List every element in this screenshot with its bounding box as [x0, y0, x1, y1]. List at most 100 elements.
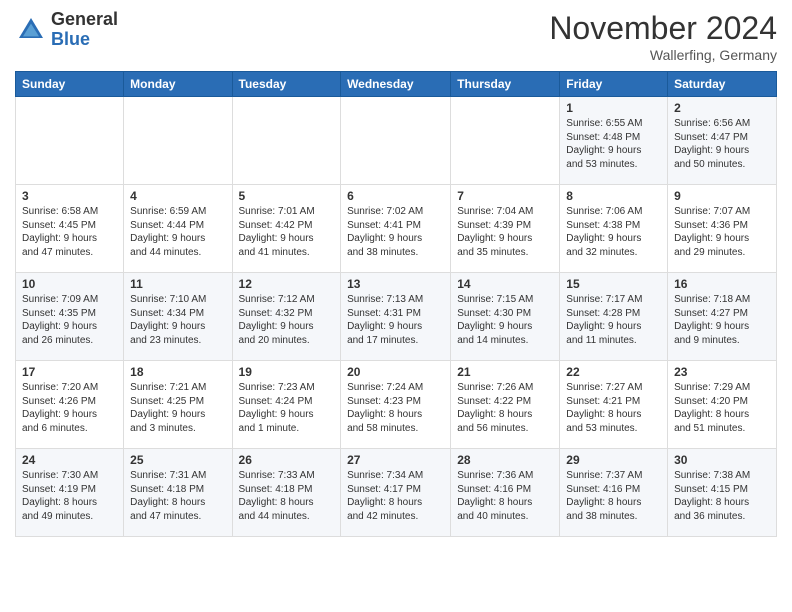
calendar-week-2: 10 Sunrise: 7:09 AM Sunset: 4:35 PM Dayli… — [16, 273, 777, 361]
day-info: Sunrise: 7:01 AM Sunset: 4:42 PM Dayligh… — [239, 205, 335, 259]
day-info: Sunrise: 7:21 AM Sunset: 4:25 PM Dayligh… — [130, 381, 225, 435]
day-info: Sunrise: 6:58 AM Sunset: 4:45 PM Dayligh… — [22, 205, 117, 259]
calendar-cell — [341, 97, 451, 185]
day-number: 26 — [239, 453, 335, 467]
day-number: 21 — [457, 365, 553, 379]
day-info: Sunrise: 7:09 AM Sunset: 4:35 PM Dayligh… — [22, 293, 117, 347]
logo-text: General Blue — [51, 10, 118, 50]
calendar-cell: 7Sunrise: 7:04 AM Sunset: 4:39 PM Daylig… — [451, 185, 560, 273]
header-sunday: Sunday — [16, 72, 124, 97]
calendar-cell: 30Sunrise: 7:38 AM Sunset: 4:15 PM Dayli… — [668, 449, 777, 537]
day-info: Sunrise: 7:20 AM Sunset: 4:26 PM Dayligh… — [22, 381, 117, 435]
day-number: 17 — [22, 365, 117, 379]
calendar-cell: 8 Sunrise: 7:06 AM Sunset: 4:38 PM Daylig… — [560, 185, 668, 273]
calendar-cell: 20 Sunrise: 7:24 AM Sunset: 4:23 PM Dayli… — [341, 361, 451, 449]
calendar-cell: 9 Sunrise: 7:07 AM Sunset: 4:36 PM Daylig… — [668, 185, 777, 273]
day-info: Sunrise: 7:15 AM Sunset: 4:30 PM Dayligh… — [457, 293, 553, 347]
month-title: November 2024 — [549, 10, 777, 47]
calendar-cell — [451, 97, 560, 185]
day-info: Sunrise: 7:26 AM Sunset: 4:22 PM Dayligh… — [457, 381, 553, 435]
day-info: Sunrise: 7:17 AM Sunset: 4:28 PM Dayligh… — [566, 293, 661, 347]
calendar-cell: 2Sunrise: 6:56 AM Sunset: 4:47 PM Daylig… — [668, 97, 777, 185]
calendar-week-1: 3 Sunrise: 6:58 AM Sunset: 4:45 PM Daylig… — [16, 185, 777, 273]
day-number: 4 — [130, 189, 225, 203]
day-info: Sunrise: 7:37 AM Sunset: 4:16 PM Dayligh… — [566, 469, 661, 523]
title-section: November 2024 Wallerfing, Germany — [549, 10, 777, 63]
day-number: 29 — [566, 453, 661, 467]
calendar-cell: 23 Sunrise: 7:29 AM Sunset: 4:20 PM Dayli… — [668, 361, 777, 449]
calendar-week-0: 1 Sunrise: 6:55 AM Sunset: 4:48 PM Daylig… — [16, 97, 777, 185]
day-number: 6 — [347, 189, 444, 203]
day-number: 5 — [239, 189, 335, 203]
calendar-cell: 26 Sunrise: 7:33 AM Sunset: 4:18 PM Dayli… — [232, 449, 341, 537]
day-number: 1 — [566, 101, 661, 115]
day-info: Sunrise: 7:29 AM Sunset: 4:20 PM Dayligh… — [674, 381, 770, 435]
day-info: Sunrise: 7:34 AM Sunset: 4:17 PM Dayligh… — [347, 469, 444, 523]
calendar-cell: 4 Sunrise: 6:59 AM Sunset: 4:44 PM Daylig… — [124, 185, 232, 273]
day-number: 24 — [22, 453, 117, 467]
day-number: 19 — [239, 365, 335, 379]
day-number: 27 — [347, 453, 444, 467]
day-number: 9 — [674, 189, 770, 203]
day-number: 20 — [347, 365, 444, 379]
day-info: Sunrise: 7:18 AM Sunset: 4:27 PM Dayligh… — [674, 293, 770, 347]
day-number: 12 — [239, 277, 335, 291]
day-info: Sunrise: 7:06 AM Sunset: 4:38 PM Dayligh… — [566, 205, 661, 259]
day-info: Sunrise: 7:33 AM Sunset: 4:18 PM Dayligh… — [239, 469, 335, 523]
calendar-week-3: 17 Sunrise: 7:20 AM Sunset: 4:26 PM Dayli… — [16, 361, 777, 449]
day-number: 10 — [22, 277, 117, 291]
calendar-cell — [16, 97, 124, 185]
calendar-cell: 15 Sunrise: 7:17 AM Sunset: 4:28 PM Dayli… — [560, 273, 668, 361]
day-number: 15 — [566, 277, 661, 291]
header-row: Sunday Monday Tuesday Wednesday Thursday… — [16, 72, 777, 97]
calendar-cell: 29 Sunrise: 7:37 AM Sunset: 4:16 PM Dayli… — [560, 449, 668, 537]
calendar-cell: 21 Sunrise: 7:26 AM Sunset: 4:22 PM Dayli… — [451, 361, 560, 449]
day-number: 16 — [674, 277, 770, 291]
header: General Blue November 2024 Wallerfing, G… — [15, 10, 777, 63]
logo-general: General — [51, 10, 118, 30]
calendar-body: 1 Sunrise: 6:55 AM Sunset: 4:48 PM Daylig… — [16, 97, 777, 537]
calendar-cell: 17 Sunrise: 7:20 AM Sunset: 4:26 PM Dayli… — [16, 361, 124, 449]
calendar-cell: 28Sunrise: 7:36 AM Sunset: 4:16 PM Dayli… — [451, 449, 560, 537]
calendar-cell — [232, 97, 341, 185]
day-number: 30 — [674, 453, 770, 467]
day-info: Sunrise: 7:10 AM Sunset: 4:34 PM Dayligh… — [130, 293, 225, 347]
calendar-week-4: 24 Sunrise: 7:30 AM Sunset: 4:19 PM Dayli… — [16, 449, 777, 537]
day-info: Sunrise: 7:07 AM Sunset: 4:36 PM Dayligh… — [674, 205, 770, 259]
calendar-cell: 24 Sunrise: 7:30 AM Sunset: 4:19 PM Dayli… — [16, 449, 124, 537]
day-number: 8 — [566, 189, 661, 203]
day-number: 25 — [130, 453, 225, 467]
calendar-cell: 5 Sunrise: 7:01 AM Sunset: 4:42 PM Daylig… — [232, 185, 341, 273]
day-number: 14 — [457, 277, 553, 291]
calendar-cell: 1 Sunrise: 6:55 AM Sunset: 4:48 PM Daylig… — [560, 97, 668, 185]
calendar-cell: 25Sunrise: 7:31 AM Sunset: 4:18 PM Dayli… — [124, 449, 232, 537]
logo: General Blue — [15, 10, 118, 50]
calendar-cell: 12Sunrise: 7:12 AM Sunset: 4:32 PM Dayli… — [232, 273, 341, 361]
header-monday: Monday — [124, 72, 232, 97]
calendar-cell: 10 Sunrise: 7:09 AM Sunset: 4:35 PM Dayli… — [16, 273, 124, 361]
day-number: 11 — [130, 277, 225, 291]
day-number: 13 — [347, 277, 444, 291]
day-number: 23 — [674, 365, 770, 379]
day-number: 18 — [130, 365, 225, 379]
calendar-cell: 14 Sunrise: 7:15 AM Sunset: 4:30 PM Dayli… — [451, 273, 560, 361]
day-info: Sunrise: 7:04 AM Sunset: 4:39 PM Dayligh… — [457, 205, 553, 259]
page: General Blue November 2024 Wallerfing, G… — [0, 0, 792, 612]
calendar-header: Sunday Monday Tuesday Wednesday Thursday… — [16, 72, 777, 97]
day-info: Sunrise: 6:55 AM Sunset: 4:48 PM Dayligh… — [566, 117, 661, 171]
calendar: Sunday Monday Tuesday Wednesday Thursday… — [15, 71, 777, 537]
day-info: Sunrise: 7:13 AM Sunset: 4:31 PM Dayligh… — [347, 293, 444, 347]
day-number: 3 — [22, 189, 117, 203]
day-info: Sunrise: 7:30 AM Sunset: 4:19 PM Dayligh… — [22, 469, 117, 523]
calendar-cell: 11 Sunrise: 7:10 AM Sunset: 4:34 PM Dayli… — [124, 273, 232, 361]
day-number: 28 — [457, 453, 553, 467]
day-info: Sunrise: 7:24 AM Sunset: 4:23 PM Dayligh… — [347, 381, 444, 435]
calendar-cell: 16 Sunrise: 7:18 AM Sunset: 4:27 PM Dayli… — [668, 273, 777, 361]
day-info: Sunrise: 6:59 AM Sunset: 4:44 PM Dayligh… — [130, 205, 225, 259]
day-info: Sunrise: 7:27 AM Sunset: 4:21 PM Dayligh… — [566, 381, 661, 435]
calendar-cell: 6Sunrise: 7:02 AM Sunset: 4:41 PM Daylig… — [341, 185, 451, 273]
logo-icon — [15, 14, 47, 46]
calendar-cell — [124, 97, 232, 185]
calendar-cell: 27 Sunrise: 7:34 AM Sunset: 4:17 PM Dayli… — [341, 449, 451, 537]
header-wednesday: Wednesday — [341, 72, 451, 97]
